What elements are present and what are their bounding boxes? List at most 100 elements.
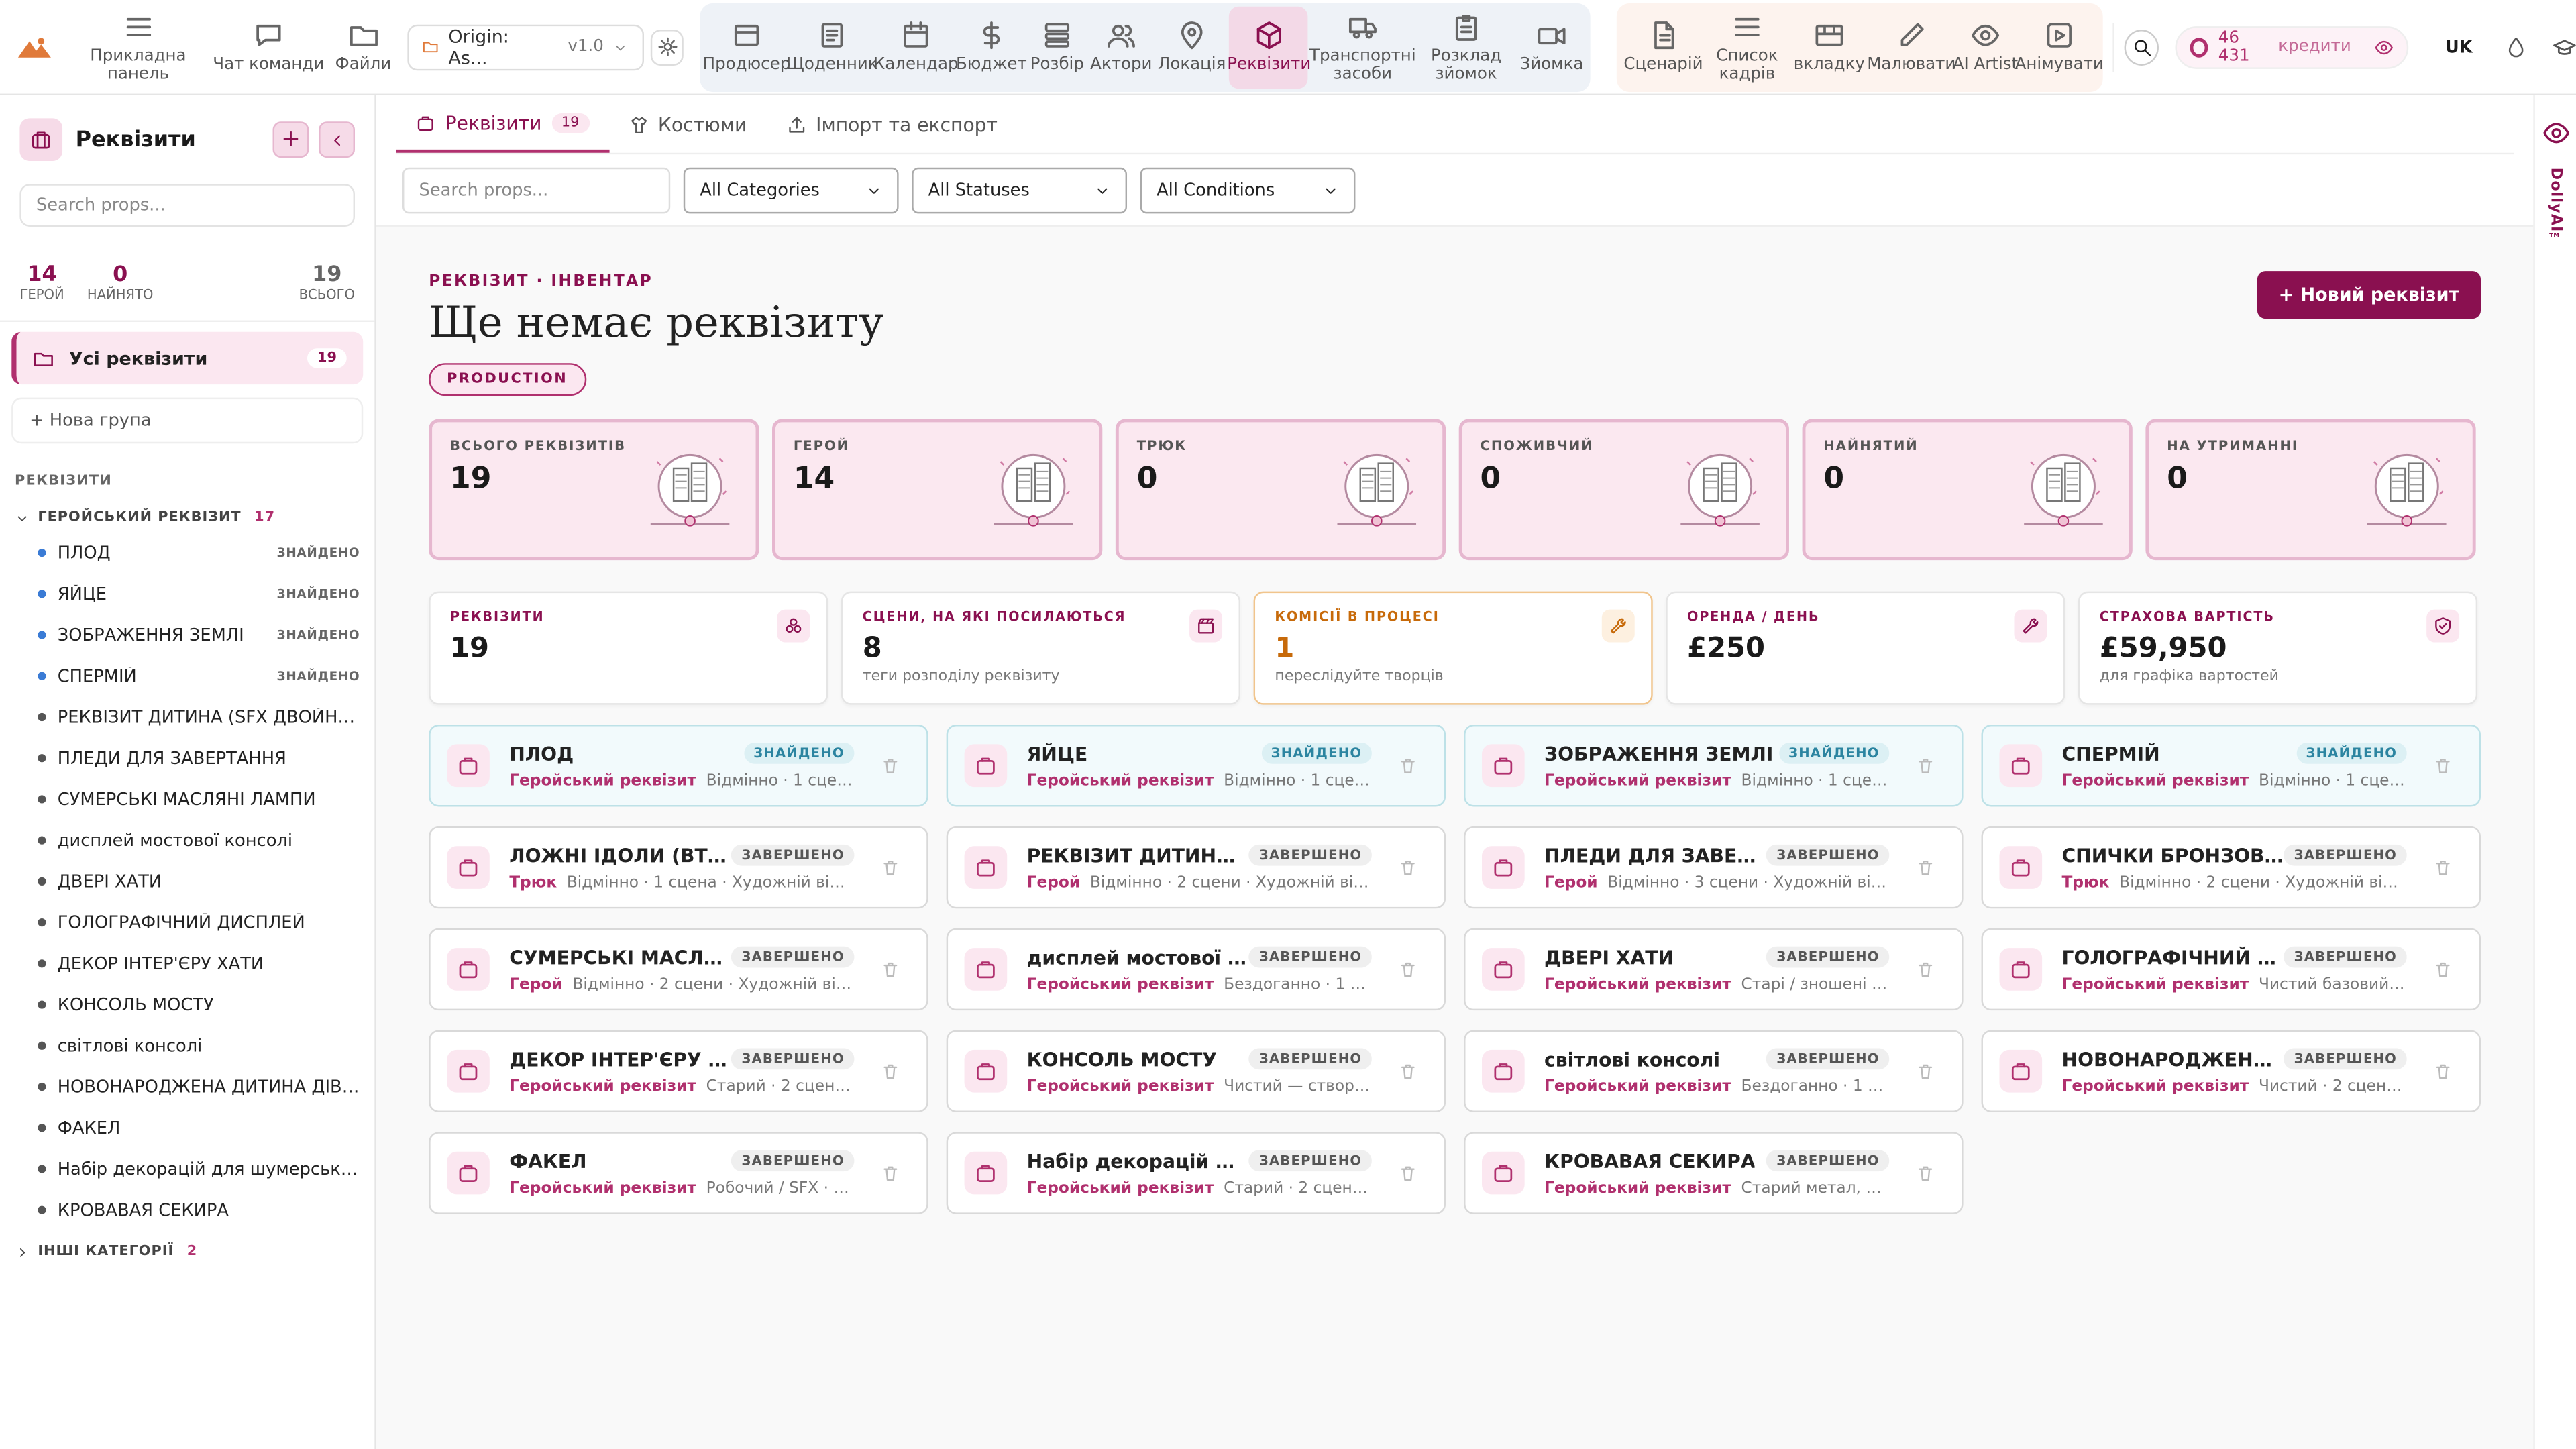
module-shooting-schedule[interactable]: Розклад зйомок xyxy=(1417,6,1515,88)
sidebar-prop-item[interactable]: ГОЛОГРАФІЧНИЙ ДИСПЛЕЙ xyxy=(0,902,374,943)
sidebar-prop-item[interactable]: світлові консолі xyxy=(0,1025,374,1066)
delete-prop-button[interactable] xyxy=(1916,959,1935,979)
sidebar-prop-item[interactable]: ПЛОД ЗНАЙДЕНО xyxy=(0,532,374,573)
prop-card[interactable]: ЗОБРАЖЕННЯ ЗЕМЛІ ЗНАЙДЕНО Геройський рекві… xyxy=(1464,724,1964,807)
tab-import-export[interactable]: Імпорт та експорт xyxy=(767,97,1018,152)
all-props-item[interactable]: Усі реквізити 19 xyxy=(11,331,364,385)
tab-costumes[interactable]: Костюми xyxy=(608,97,766,152)
tab-props[interactable]: Реквізити 19 xyxy=(396,97,609,153)
prop-card[interactable]: ПЛОД ЗНАЙДЕНО Геройський реквізит Відмінно … xyxy=(429,724,928,807)
prop-card[interactable]: РЕКВІЗИТ ДИТИНА (SF...ЗАВЕРШЕНО Герой Відм… xyxy=(946,826,1446,909)
sidebar-prop-item[interactable]: ДВЕРІ ХАТИ xyxy=(0,861,374,902)
sidebar-prop-item[interactable]: дисплей мостової консолі xyxy=(0,820,374,861)
sidebar-search-input[interactable]: Search props... xyxy=(19,184,355,227)
tool-draw[interactable]: Малювати xyxy=(1867,6,1955,88)
tool-storyboard[interactable]: вкладку xyxy=(1788,6,1870,88)
nav-team-chat[interactable]: Чат команди xyxy=(208,6,329,88)
module-breakdown[interactable]: Розбір xyxy=(1026,6,1088,88)
tool-script[interactable]: Сценарій xyxy=(1621,6,1706,88)
module-producer[interactable]: Продюсер xyxy=(703,6,790,88)
prop-card[interactable]: ПЛЕДИ ДЛЯ ЗАВЕРТА...ЗАВЕРШЕНО Герой Відмін… xyxy=(1464,826,1964,909)
delete-prop-button[interactable] xyxy=(2433,756,2453,775)
tool-shot-list[interactable]: Список кадрів xyxy=(1706,6,1788,88)
prop-card[interactable]: ДВЕРІ ХАТИ ЗАВЕРШЕНО Геройський реквізит Ст… xyxy=(1464,928,1964,1011)
prop-card[interactable]: СУМЕРСЬКІ МАСЛЯНІ ...ЗАВЕРШЕНО Герой Відмі… xyxy=(429,928,928,1011)
tool-ai-artist[interactable]: AI Artist xyxy=(1953,6,2019,88)
prop-card[interactable]: ЛОЖНІ ІДОЛИ (ВТЕЧА)ЗАВЕРШЕНО Трюк Відмінно… xyxy=(429,826,928,909)
theme-toggle[interactable] xyxy=(2506,36,2527,58)
delete-prop-button[interactable] xyxy=(881,756,900,775)
module-budget[interactable]: Бюджет xyxy=(956,6,1027,88)
prop-card[interactable]: ДЕКОР ІНТЕР'ЄРУ ХАТИЗАВЕРШЕНО Геройський … xyxy=(429,1030,928,1112)
project-settings-button[interactable] xyxy=(649,28,684,65)
delete-prop-button[interactable] xyxy=(881,1061,900,1081)
sidebar-prop-item[interactable]: Набір декорацій для шумерськог... xyxy=(0,1148,374,1189)
sidebar-prop-item[interactable]: СУМЕРСЬКІ МАСЛЯНІ ЛАМПИ xyxy=(0,779,374,820)
prop-card[interactable]: НОВОНАРОДЖЕНА Д...ЗАВЕРШЕНО Геройський ре… xyxy=(1981,1030,2481,1112)
kpi-label: СЦЕНИ, НА ЯКІ ПОСИЛАЮТЬСЯ xyxy=(862,609,1126,625)
dolly-ai-rail[interactable]: DollyAI™ xyxy=(2533,95,2576,1449)
delete-prop-button[interactable] xyxy=(1916,1061,1935,1081)
credits-badge[interactable]: 46 431 кредити xyxy=(2176,25,2409,68)
module-journal[interactable]: Щоденник xyxy=(786,6,878,88)
sidebar-prop-item[interactable]: КРОВАВАЯ СЕКИРА xyxy=(0,1189,374,1230)
project-selector[interactable]: Origin: As... v1.0 xyxy=(407,23,643,70)
sidebar-prop-item[interactable]: НОВОНАРОДЖЕНА ДИТИНА ДІВЧ... xyxy=(0,1066,374,1107)
sidebar-prop-item[interactable]: ПЛЕДИ ДЛЯ ЗАВЕРТАННЯ xyxy=(0,738,374,779)
prop-card[interactable]: КОНСОЛЬ МОСТУ ЗАВЕРШЕНО Геройський реквізи… xyxy=(946,1030,1446,1112)
prop-card[interactable]: КРОВАВАЯ СЕКИРА ЗАВЕРШЕНО Геройський рекві… xyxy=(1464,1132,1964,1214)
prop-card[interactable]: СПЕРМІЙ ЗНАЙДЕНО Геройський реквізит Відмін… xyxy=(1981,724,2481,807)
status-select[interactable]: All Statuses xyxy=(912,166,1128,213)
prop-card[interactable]: ЯЙЦЕ ЗНАЙДЕНО Геройський реквізит Відмінно … xyxy=(946,724,1446,807)
prop-card[interactable]: світлові консолі ЗАВЕРШЕНО Геройський рекв… xyxy=(1464,1030,1964,1112)
sidebar-prop-item[interactable]: ЗОБРАЖЕННЯ ЗЕМЛІ ЗНАЙДЕНО xyxy=(0,614,374,655)
new-prop-button[interactable]: + Новий реквізит xyxy=(2257,271,2481,319)
other-category-toggle[interactable]: ІНШІ КАТЕГОРІЇ 2 xyxy=(15,1244,374,1260)
condition-select[interactable]: All Conditions xyxy=(1140,166,1356,213)
module-actors[interactable]: Актори xyxy=(1088,6,1154,88)
sidebar-prop-item[interactable]: РЕКВІЗИТ ДИТИНА (SFX ДВОЙНИЙ) xyxy=(0,696,374,737)
prop-card[interactable]: дисплей мостової ко...ЗАВЕРШЕНО Геройськи… xyxy=(946,928,1446,1011)
delete-prop-button[interactable] xyxy=(881,1163,900,1183)
category-select[interactable]: All Categories xyxy=(683,166,899,213)
props-search-input[interactable]: Search props... xyxy=(402,166,671,213)
app-logo[interactable] xyxy=(0,0,68,95)
module-location[interactable]: Локація xyxy=(1154,6,1230,88)
collapse-sidebar-button[interactable] xyxy=(319,121,355,158)
delete-prop-button[interactable] xyxy=(1916,857,1935,877)
tool-animate[interactable]: Анімувати xyxy=(2015,6,2104,88)
prop-card[interactable]: Набір декорацій для ...ЗАВЕРШЕНО Геройськ… xyxy=(946,1132,1446,1214)
new-group-button[interactable]: + Нова група xyxy=(11,397,364,444)
delete-prop-button[interactable] xyxy=(1916,1163,1935,1183)
delete-prop-button[interactable] xyxy=(1398,857,1417,877)
global-search-button[interactable] xyxy=(2125,28,2159,65)
add-prop-group-button[interactable]: + xyxy=(272,121,309,158)
language-switch[interactable]: UK xyxy=(2445,37,2473,56)
delete-prop-button[interactable] xyxy=(1398,756,1417,775)
delete-prop-button[interactable] xyxy=(1398,1163,1417,1183)
delete-prop-button[interactable] xyxy=(881,959,900,979)
module-props[interactable]: Реквізити xyxy=(1227,5,1311,89)
delete-prop-button[interactable] xyxy=(2433,1061,2453,1081)
prop-card[interactable]: ГОЛОГРАФІЧНИЙ ДИ...ЗАВЕРШЕНО Геройський р… xyxy=(1981,928,2481,1011)
delete-prop-button[interactable] xyxy=(2433,857,2453,877)
learning-button[interactable] xyxy=(2553,36,2576,58)
module-shoot[interactable]: Зйомка xyxy=(1515,6,1588,88)
delete-prop-button[interactable] xyxy=(881,857,900,877)
nav-dashboard[interactable]: Прикладна панель xyxy=(68,6,208,88)
delete-prop-button[interactable] xyxy=(1398,1061,1417,1081)
prop-card[interactable]: ФАКЕЛ ЗАВЕРШЕНО Геройський реквізит Робочий… xyxy=(429,1132,928,1214)
sidebar-prop-item[interactable]: ФАКЕЛ xyxy=(0,1108,374,1148)
sidebar-prop-item[interactable]: КОНСОЛЬ МОСТУ xyxy=(0,984,374,1025)
delete-prop-button[interactable] xyxy=(1398,959,1417,979)
sidebar-prop-item[interactable]: ЯЙЦЕ ЗНАЙДЕНО xyxy=(0,574,374,614)
sidebar-prop-item[interactable]: СПЕРМІЙ ЗНАЙДЕНО xyxy=(0,655,374,696)
delete-prop-button[interactable] xyxy=(1916,756,1935,775)
module-vehicles[interactable]: Транспортні засоби xyxy=(1309,6,1417,88)
hero-category-toggle[interactable]: ГЕРОЙСЬКИЙ РЕКВІЗИТ 17 xyxy=(15,509,374,526)
nav-files[interactable]: Файли xyxy=(329,6,398,88)
delete-prop-button[interactable] xyxy=(2433,959,2453,979)
module-calendar[interactable]: Календар xyxy=(873,6,959,88)
prop-card[interactable]: СПИЧКИ БРОНЗОВОЇ ...ЗАВЕРШЕНО Трюк Відмінн… xyxy=(1981,826,2481,909)
sidebar-prop-item[interactable]: ДЕКОР ІНТЕР'ЄРУ ХАТИ xyxy=(0,943,374,984)
